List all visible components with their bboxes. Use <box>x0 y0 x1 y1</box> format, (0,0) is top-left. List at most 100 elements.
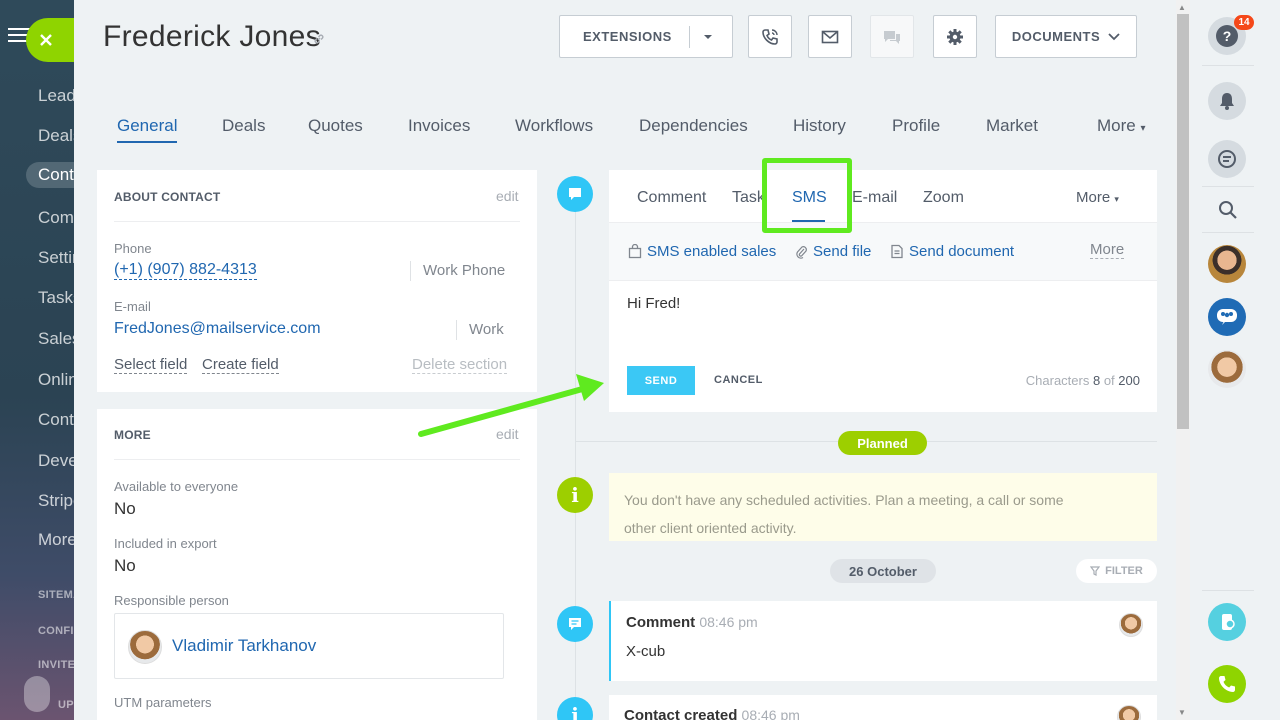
planned-notice-text: You don't have any scheduled activities.… <box>624 486 1064 542</box>
sidebar-item-contacts[interactable]: Contacts <box>26 162 80 188</box>
phone-value[interactable]: (+1) (907) 882-4313 <box>114 261 257 280</box>
send-file-label: Send file <box>813 243 872 260</box>
email-value[interactable]: FredJones@mailservice.com <box>114 320 321 338</box>
sidebar-item-more[interactable]: More <box>38 530 77 550</box>
extensions-label: EXTENSIONS <box>583 29 672 44</box>
call-button[interactable] <box>748 15 792 58</box>
crown-icon <box>24 676 50 712</box>
avatar <box>1119 613 1143 637</box>
link-icon[interactable] <box>313 33 325 45</box>
tab-quotes[interactable]: Quotes <box>308 116 363 136</box>
avatar[interactable] <box>1208 350 1246 388</box>
comment-title: Comment <box>626 614 696 631</box>
scrollbar-thumb[interactable] <box>1177 14 1189 429</box>
help-badge: 14 <box>1234 15 1254 30</box>
extensions-button[interactable]: EXTENSIONS <box>559 15 733 58</box>
export-value: No <box>114 556 136 575</box>
documents-button[interactable]: DOCUMENTS <box>995 15 1137 58</box>
tab-workflows[interactable]: Workflows <box>515 116 593 136</box>
filter-label: FILTER <box>1105 565 1143 577</box>
chevron-down-icon[interactable] <box>703 34 713 40</box>
tab-deals[interactable]: Deals <box>222 116 265 136</box>
composer-tab-comment[interactable]: Comment <box>637 189 706 207</box>
send-document-label: Send document <box>909 243 1015 260</box>
tab-dependencies[interactable]: Dependencies <box>639 116 748 136</box>
divider <box>1202 232 1254 233</box>
card-title: MORE <box>114 428 151 442</box>
divider <box>1202 186 1254 187</box>
export-label: Included in export <box>114 536 217 551</box>
responsible-name[interactable]: Vladimir Tarkhanov <box>172 636 316 656</box>
feed-icon <box>1218 150 1236 168</box>
composer-tab-zoom[interactable]: Zoom <box>923 189 964 207</box>
card-title: ABOUT CONTACT <box>114 190 221 204</box>
sidebar-invite[interactable]: INVITE <box>38 659 75 671</box>
tab-more[interactable]: More ▾ <box>1097 116 1146 136</box>
available-label: Available to everyone <box>114 479 239 494</box>
chars-max: 200 <box>1118 373 1140 388</box>
search-icon[interactable] <box>1218 200 1238 225</box>
email-label: E-mail <box>114 299 151 314</box>
paperclip-icon <box>796 246 807 259</box>
tab-profile[interactable]: Profile <box>892 116 940 136</box>
composer-more-label: More <box>1076 189 1111 206</box>
filter-button[interactable]: FILTER <box>1076 559 1157 583</box>
sms-message-input[interactable]: Hi Fred! <box>627 295 680 312</box>
phone-icon <box>1219 676 1235 692</box>
divider <box>114 459 520 460</box>
phone-icon <box>762 28 778 45</box>
date-badge: 26 October <box>830 559 936 583</box>
chars-label: Characters <box>1025 373 1090 388</box>
create-field-link[interactable]: Create field <box>202 356 279 374</box>
tab-invoices[interactable]: Invoices <box>408 116 470 136</box>
chevron-down-icon <box>1108 32 1120 40</box>
close-slider-button[interactable] <box>26 18 74 62</box>
sidebar-up[interactable]: UP <box>58 699 74 711</box>
send-file-link[interactable]: Send file <box>795 243 871 260</box>
more-card: MORE edit Available to everyone No Inclu… <box>97 409 537 720</box>
mobile-app-button[interactable] <box>1208 603 1246 641</box>
sms-enabled-sales-link[interactable]: SMS enabled sales <box>628 243 776 260</box>
tab-market[interactable]: Market <box>986 116 1038 136</box>
bag-icon <box>628 244 642 259</box>
divider <box>1202 590 1254 591</box>
composer-tab-more[interactable]: More ▾ <box>1076 189 1119 206</box>
cancel-button[interactable]: CANCEL <box>714 374 763 386</box>
email-button[interactable] <box>808 15 852 58</box>
responsible-label: Responsible person <box>114 593 229 608</box>
comment-item: Comment 08:46 pm X-cub <box>609 601 1157 681</box>
composer-tab-email[interactable]: E-mail <box>852 189 897 207</box>
contact-slider: Frederick Jones EXTENSIONS DOCUMENTS Gen… <box>74 0 1175 720</box>
comment-header: Comment 08:46 pm <box>626 614 758 631</box>
responsible-person-box[interactable]: Vladimir Tarkhanov <box>114 613 504 679</box>
chat-icon <box>884 30 900 44</box>
sms-enabled-sales-label: SMS enabled sales <box>647 243 777 260</box>
send-button[interactable]: SEND <box>627 366 695 395</box>
avatar[interactable] <box>1208 245 1246 283</box>
settings-button[interactable] <box>933 15 977 58</box>
character-counter: Characters 8 of 200 <box>1026 373 1140 388</box>
comment-body: X-cub <box>626 643 666 660</box>
created-header: Contact created 08:46 pm <box>624 707 800 720</box>
envelope-icon <box>821 30 839 43</box>
about-contact-card: ABOUT CONTACT edit Phone (+1) (907) 882-… <box>97 170 537 392</box>
select-field-link[interactable]: Select field <box>114 356 188 374</box>
notifications-button[interactable] <box>1208 82 1246 120</box>
send-document-link[interactable]: Send document <box>890 243 1014 260</box>
call-widget-button[interactable] <box>1208 665 1246 703</box>
delete-section-link[interactable]: Delete section <box>412 356 508 374</box>
sms-toolbar-more[interactable]: More <box>1090 241 1125 259</box>
composer-tab-task[interactable]: Task <box>732 189 765 207</box>
tab-history[interactable]: History <box>793 116 846 136</box>
edit-link[interactable]: edit <box>496 426 519 442</box>
feed-button[interactable] <box>1208 140 1246 178</box>
edit-link[interactable]: edit <box>496 188 519 204</box>
filter-icon <box>1090 566 1101 576</box>
scroll-down-icon[interactable]: ▼ <box>1178 708 1186 717</box>
tab-bar: General Deals Quotes Invoices Workflows … <box>74 110 1175 150</box>
chat-button[interactable] <box>870 15 914 58</box>
group-chat-button[interactable] <box>1208 298 1246 336</box>
tab-general[interactable]: General <box>117 116 178 143</box>
scroll-up-icon[interactable]: ▲ <box>1178 3 1186 12</box>
utm-label: UTM parameters <box>114 695 212 710</box>
